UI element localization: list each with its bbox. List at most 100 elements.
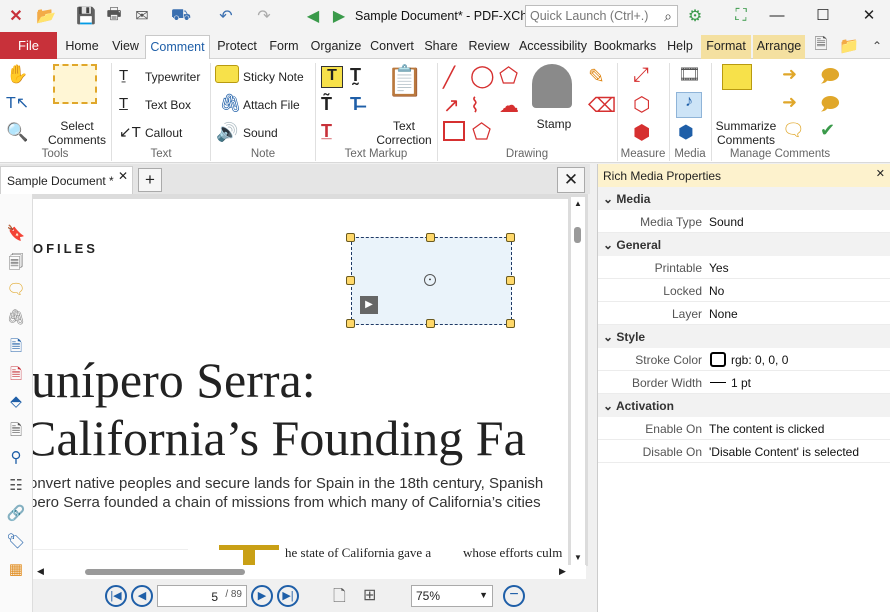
document-view[interactable]: OFILES unípero Serra: California’s Found…: [33, 194, 588, 566]
property-row-layer[interactable]: Layer None: [598, 302, 890, 325]
continuous-page-icon[interactable]: ⊞: [363, 585, 376, 605]
stamp-button[interactable]: Stamp: [528, 117, 580, 131]
tab-comment[interactable]: Comment: [145, 35, 210, 59]
document-tab[interactable]: Sample Document * ✕: [0, 166, 133, 194]
area-icon[interactable]: ⬢: [633, 120, 650, 145]
location-icon[interactable]: ⚲: [5, 448, 27, 468]
tab-protect[interactable]: Protect: [214, 35, 260, 59]
movie-icon[interactable]: 🎞: [678, 64, 701, 85]
tab-format[interactable]: Format: [701, 35, 751, 59]
tab-accessibility[interactable]: Accessibility: [516, 35, 590, 59]
next-page-icon[interactable]: ▶: [251, 585, 273, 607]
select-comments-button[interactable]: Select Comments: [48, 119, 106, 147]
links-icon[interactable]: 🔗: [5, 504, 27, 524]
close-tab-icon[interactable]: ✕: [118, 169, 128, 183]
tag-icon[interactable]: 🏷: [5, 532, 27, 552]
horizontal-scroll-thumb[interactable]: [85, 569, 245, 575]
tab-view[interactable]: View: [108, 35, 143, 59]
comment-styles-icon[interactable]: 🗨: [782, 120, 805, 141]
search-icon[interactable]: ⌕: [658, 5, 678, 27]
strikeout-icon[interactable]: T̶: [350, 94, 361, 115]
open-folder-icon[interactable]: 📂: [35, 5, 57, 27]
tab-form[interactable]: Form: [264, 35, 304, 59]
rectangle-icon[interactable]: [443, 121, 465, 141]
print-icon[interactable]: 🖶: [103, 5, 125, 27]
fullscreen-icon[interactable]: ⛶: [730, 5, 752, 27]
vertical-scrollbar[interactable]: ▲ ▼: [571, 197, 585, 567]
new-tab-button[interactable]: +: [138, 168, 162, 192]
zoom-tool-icon[interactable]: 🔍: [6, 122, 28, 143]
forward-icon[interactable]: ▶: [328, 5, 350, 27]
select-text-icon[interactable]: T↖: [6, 93, 29, 113]
replace-text-icon[interactable]: T̲: [321, 121, 332, 142]
oval-icon[interactable]: ◯: [470, 63, 495, 89]
property-row-border-width[interactable]: Border Width 1 pt: [598, 371, 890, 394]
pentagon-icon[interactable]: ⬠: [472, 119, 491, 145]
summarize-comments-button[interactable]: Summarize Comments: [712, 119, 780, 147]
rich-media-annotation[interactable]: • ▶: [351, 237, 512, 325]
resize-handle[interactable]: [506, 276, 515, 285]
tab-help[interactable]: Help: [661, 35, 699, 59]
tab-home[interactable]: Home: [62, 35, 102, 59]
scroll-up-icon[interactable]: ▲: [574, 199, 582, 208]
minimize-button[interactable]: —: [762, 4, 792, 28]
single-page-icon[interactable]: 🗋: [333, 585, 346, 612]
first-page-icon[interactable]: |◀: [105, 585, 127, 607]
horizontal-scrollbar[interactable]: ◀ ▶: [33, 565, 586, 579]
thumbnails-icon[interactable]: 🗐: [5, 252, 27, 272]
tools-icon[interactable]: ⚙: [684, 5, 706, 27]
last-page-icon[interactable]: ▶|: [277, 585, 299, 607]
resize-handle[interactable]: [426, 233, 435, 242]
zoom-select[interactable]: 75% ▼: [411, 585, 493, 607]
sticky-note-button[interactable]: Sticky Note: [243, 70, 304, 84]
document-options-icon[interactable]: 🗎: [810, 35, 832, 57]
attach-file-button[interactable]: Attach File: [243, 98, 300, 112]
comments-panel-icon[interactable]: 🗨: [5, 280, 27, 300]
hide-comments-icon[interactable]: 🗩: [820, 92, 840, 122]
callout-button[interactable]: Callout: [145, 126, 182, 140]
flatten-comments-icon[interactable]: ✔: [820, 120, 835, 141]
destinations-icon[interactable]: 🗎: [5, 336, 27, 356]
show-comments-icon[interactable]: 🗩: [820, 64, 840, 94]
section-media[interactable]: ⌄ Media: [598, 187, 890, 210]
resize-handle[interactable]: [346, 319, 355, 328]
structure-icon[interactable]: ☷: [5, 476, 27, 496]
line-icon[interactable]: ╱: [443, 65, 455, 90]
tab-convert[interactable]: Convert: [366, 35, 418, 59]
maximize-button[interactable]: ☐: [808, 4, 838, 28]
section-style[interactable]: ⌄ Style: [598, 325, 890, 348]
squiggly-icon[interactable]: T̃: [321, 94, 332, 115]
property-row-enable-on[interactable]: Enable On The content is clicked: [598, 417, 890, 440]
previous-page-icon[interactable]: ◀: [131, 585, 153, 607]
close-document-button[interactable]: ✕: [557, 167, 585, 193]
property-row-stroke-color[interactable]: Stroke Color rgb: 0, 0, 0: [598, 348, 890, 371]
3d-object-icon[interactable]: ⬢: [678, 122, 694, 143]
property-row-disable-on[interactable]: Disable On 'Disable Content' is selected: [598, 440, 890, 463]
save-icon[interactable]: 💾: [75, 5, 97, 27]
signatures-icon[interactable]: 🗎: [5, 364, 27, 384]
arrow-icon[interactable]: ↗: [443, 93, 460, 118]
polyline-icon[interactable]: ⌇: [470, 93, 480, 118]
eraser-icon[interactable]: ⌫: [588, 93, 616, 118]
tab-file[interactable]: File: [0, 32, 57, 59]
text-correction-button[interactable]: Text Correction: [372, 119, 436, 147]
import-comments-icon[interactable]: ➜: [782, 64, 797, 85]
play-icon[interactable]: ▶: [360, 296, 378, 314]
resize-handle[interactable]: [506, 319, 515, 328]
sound-button[interactable]: Sound: [243, 126, 278, 140]
tags-icon[interactable]: 🗎: [5, 420, 27, 440]
undo-icon[interactable]: ↶: [215, 5, 237, 27]
resize-handle[interactable]: [426, 319, 435, 328]
resize-handle[interactable]: [506, 233, 515, 242]
bookmarks-icon[interactable]: 🔖: [5, 224, 27, 244]
rich-media-sound-icon[interactable]: ♪: [676, 92, 702, 118]
resize-handle[interactable]: [346, 233, 355, 242]
zoom-out-icon[interactable]: −: [503, 585, 525, 607]
scan-icon[interactable]: ⛟: [170, 5, 192, 27]
attachments-icon[interactable]: 🖇: [5, 308, 27, 328]
tab-share[interactable]: Share: [421, 35, 461, 59]
tab-organize[interactable]: Organize: [308, 35, 364, 59]
quick-launch-input[interactable]: Quick Launch (Ctrl+.): [525, 5, 678, 27]
layers-icon[interactable]: ⬘: [5, 392, 27, 412]
property-row-locked[interactable]: Locked No: [598, 279, 890, 302]
